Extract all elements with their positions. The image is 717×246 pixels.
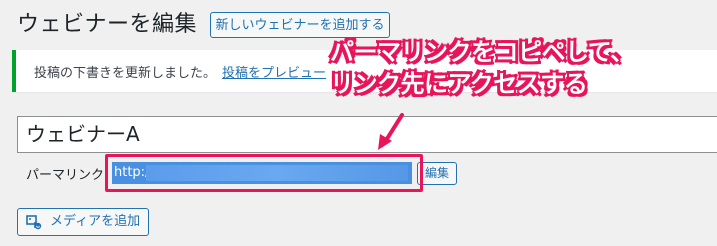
permalink-label: パーマリンク:	[26, 168, 109, 183]
preview-post-link[interactable]: 投稿をプレビュー	[222, 66, 326, 81]
media-icon	[26, 215, 42, 230]
add-media-button[interactable]: メディアを追加	[17, 208, 149, 236]
post-title-input[interactable]: ウェビナーA	[17, 116, 717, 153]
notice-text-row: 投稿の下書きを更新しました。 投稿をプレビュー	[34, 62, 326, 81]
annotation-arrow-icon	[378, 113, 404, 150]
annotation-callout: パーマリンクをコピペして、 リンク先にアクセスする	[330, 36, 634, 100]
add-media-label: メディアを追加	[50, 214, 141, 229]
add-new-webinar-button[interactable]: 新しいウェビナーを追加する	[210, 12, 390, 38]
edit-permalink-button[interactable]: 編集	[417, 162, 457, 185]
annotation-line-2: リンク先にアクセスする	[330, 70, 588, 98]
annotation-line-1: パーマリンクをコピペして、	[330, 38, 634, 66]
page-title: ウェビナーを編集	[17, 12, 198, 37]
notice-message: 投稿の下書きを更新しました。	[34, 66, 217, 81]
annotation-highlight-box	[105, 154, 423, 192]
